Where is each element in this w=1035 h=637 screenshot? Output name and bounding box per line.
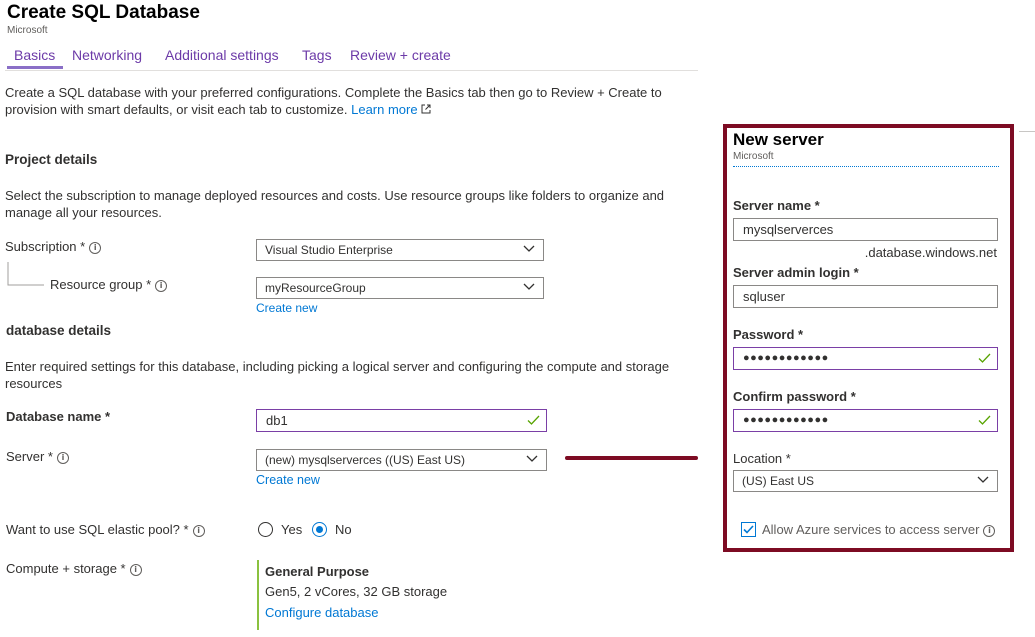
compute-tier: General Purpose <box>265 564 370 579</box>
admin-login-label: Server admin login * <box>733 265 859 280</box>
new-server-panel: New server Microsoft Server name * mysql… <box>723 124 1014 552</box>
database-details-desc: Enter required settings for this databas… <box>5 359 670 391</box>
subscription-label: Subscription * i <box>5 239 102 254</box>
tab-additional-settings[interactable]: Additional settings <box>165 47 279 63</box>
info-icon[interactable]: i <box>155 280 168 292</box>
publisher-label: Microsoft <box>7 25 48 36</box>
location-label: Location * <box>733 451 791 466</box>
tab-tags[interactable]: Tags <box>302 47 332 63</box>
checkmark-icon <box>978 415 991 425</box>
allow-azure-label: Allow Azure services to access server i <box>762 522 996 537</box>
compute-description: Gen5, 2 vCores, 32 GB storage <box>265 584 448 599</box>
info-icon[interactable]: i <box>89 242 102 254</box>
info-icon[interactable]: i <box>56 452 69 464</box>
panel-header-divider <box>733 166 999 167</box>
elastic-pool-yes-radio[interactable] <box>258 522 273 537</box>
compute-storage-label: Compute + storage * i <box>6 561 142 576</box>
location-select[interactable]: (US) East US <box>733 470 998 492</box>
server-name-input[interactable]: mysqlserverces <box>733 218 998 241</box>
admin-login-input[interactable]: sqluser <box>733 285 998 308</box>
compute-accent-bar <box>257 560 259 630</box>
tab-networking[interactable]: Networking <box>72 47 142 63</box>
tab-basics[interactable]: Basics <box>14 47 55 63</box>
elastic-pool-label: Want to use SQL elastic pool? * i <box>6 522 205 537</box>
chevron-down-icon <box>526 455 538 462</box>
resource-group-select[interactable]: myResourceGroup <box>256 277 544 299</box>
external-link-icon <box>421 104 431 114</box>
resource-group-label: Resource group * i <box>50 277 168 292</box>
server-label: Server * i <box>6 449 69 464</box>
password-input[interactable]: ●●●●●●●●●●●● <box>733 347 998 370</box>
password-label: Password * <box>733 327 804 342</box>
configure-database-link[interactable]: Configure database <box>265 605 378 620</box>
create-new-resource-group-link[interactable]: Create new <box>256 301 317 315</box>
info-icon[interactable]: i <box>129 564 142 576</box>
subscription-select[interactable]: Visual Studio Enterprise <box>256 239 544 261</box>
confirm-password-label: Confirm password * <box>733 389 856 404</box>
elastic-pool-no-radio[interactable] <box>312 522 327 537</box>
server-name-label: Server name * <box>733 198 820 213</box>
intro-text: Create a SQL database with your preferre… <box>5 85 662 117</box>
allow-azure-checkbox[interactable] <box>741 522 756 537</box>
project-details-desc: Select the subscription to manage deploy… <box>5 188 665 220</box>
info-icon[interactable]: i <box>983 525 996 537</box>
elastic-pool-no-label[interactable]: No <box>335 522 352 537</box>
project-details-heading: Project details <box>5 152 98 167</box>
tab-bar: Basics Networking Additional settings Ta… <box>5 42 698 71</box>
create-new-server-link[interactable]: Create new <box>256 473 320 487</box>
database-details-heading: database details <box>6 323 112 338</box>
server-select[interactable]: (new) mysqlserverces ((US) East US) <box>256 449 547 471</box>
database-name-input[interactable]: db1 <box>256 409 547 432</box>
checkmark-icon <box>527 415 540 425</box>
chevron-down-icon <box>523 283 535 290</box>
chevron-down-icon <box>523 245 535 252</box>
elastic-pool-yes-label[interactable]: Yes <box>281 522 302 537</box>
new-server-publisher: Microsoft <box>733 151 774 162</box>
learn-more-link[interactable]: Learn more <box>351 102 431 117</box>
page-title: Create SQL Database <box>7 2 200 23</box>
database-name-label: Database name * <box>6 409 111 424</box>
checkbox-check-icon <box>743 525 754 534</box>
panel-edge-divider <box>1019 131 1035 132</box>
active-tab-indicator <box>7 66 63 69</box>
callout-connector-line <box>565 456 698 460</box>
checkmark-icon <box>978 353 991 363</box>
new-server-title: New server <box>733 130 824 149</box>
tab-review-create[interactable]: Review + create <box>350 47 451 63</box>
server-domain-suffix: .database.windows.net <box>864 245 997 260</box>
info-icon[interactable]: i <box>192 525 205 537</box>
confirm-password-input[interactable]: ●●●●●●●●●●●● <box>733 409 998 432</box>
chevron-down-icon <box>977 476 989 483</box>
tree-connector <box>7 262 44 286</box>
